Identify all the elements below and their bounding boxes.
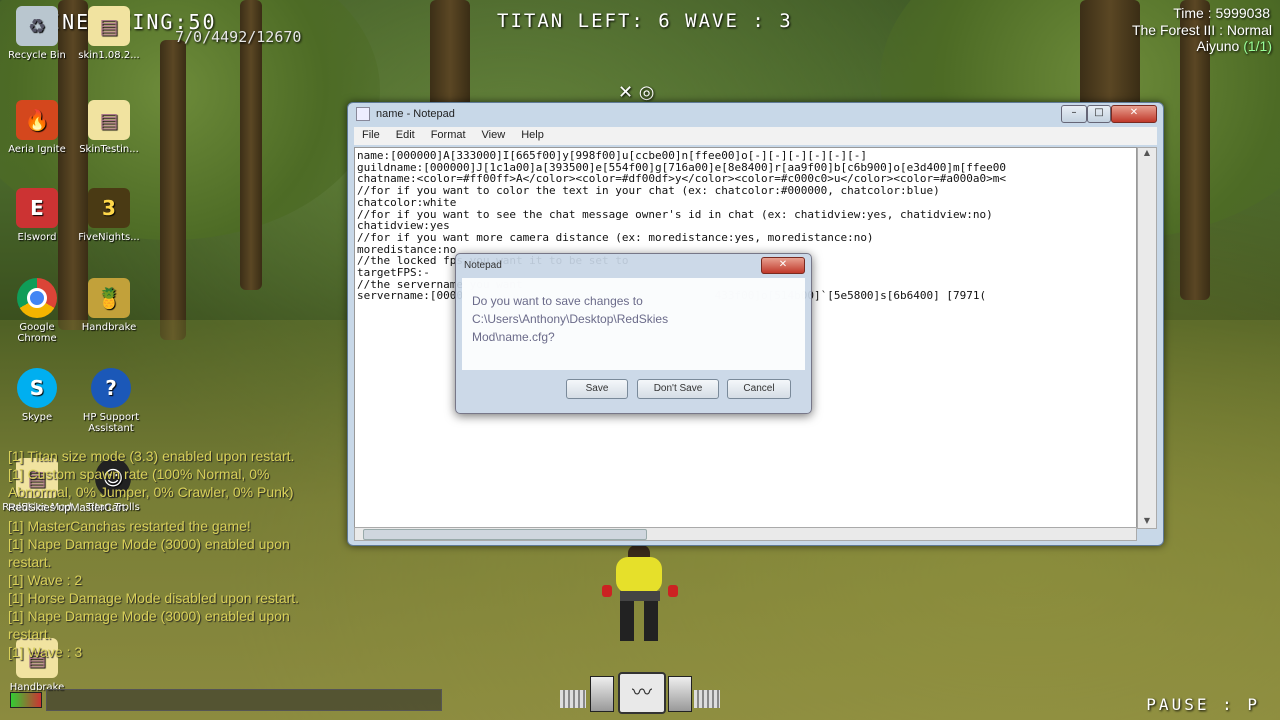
close-button[interactable]: ✕ [1111,105,1157,123]
chat-line: [1] Custom spawn rate (100% Normal, 0% [8,466,270,482]
character-body [616,557,662,593]
elsword-icon: E [16,188,58,228]
chat-line: restart. [8,626,52,642]
desktop-icon-skype[interactable]: S Skype [0,368,74,423]
gas-gauge [590,676,614,712]
time-label: Time : 5999038 [1173,5,1270,21]
desktop-icon-skin-folder[interactable]: ▤ skin1.08.2... [72,6,146,61]
chat-line: [1] Wave : 2 [8,572,83,588]
skype-icon: S [17,368,57,408]
desktop-icon-label: Elsword [17,232,57,243]
horizontal-scrollbar[interactable] [354,527,1137,541]
desktop-icon-fivenights[interactable]: 3 FiveNights... [72,188,146,243]
gas-gauge [668,676,692,712]
pause-hint: PAUSE : P [1146,695,1260,714]
dialog-close-button[interactable]: ✕ [761,257,805,274]
menu-file[interactable]: File [354,127,388,145]
character-belt [620,591,660,601]
desktop-icon-hp-support[interactable]: ? HP Support Assistant [74,368,148,434]
hp-support-icon: ? [91,368,131,408]
desktop-icon-label: Skype [21,412,53,423]
vertical-scrollbar[interactable]: ▲ ▼ [1137,147,1157,529]
fivenights-icon: 3 [88,188,130,228]
blade-gauge [694,690,720,708]
notepad-icon [356,107,370,121]
character-blade [602,585,612,597]
desktop-icon-skintesting[interactable]: ▤ SkinTestin... [72,100,146,155]
dialog-body: Do you want to save changes to C:\Users\… [462,278,805,370]
horizontal-scroll-thumb[interactable] [363,529,647,540]
menu-format[interactable]: Format [423,127,474,145]
desktop-icon-google-chrome[interactable]: Google Chrome [0,278,74,344]
menu-help[interactable]: Help [513,127,552,145]
gear-gauge: 〰 [560,672,720,714]
chat-line: RedSkies upMasterCart. [8,502,128,514]
health-indicator [10,692,42,708]
notepad-titlebar[interactable]: name - Notepad [348,103,1163,125]
dialog-message: Do you want to save changes to C:\Users\… [472,294,669,344]
gear-emblem-icon: 〰 [618,672,666,714]
chat-line: [1] MasterCanchas restarted the game! [8,518,251,534]
desktop-icon-label: skin1.08.2... [78,50,140,61]
desktop-icon-label: Google Chrome [17,322,57,344]
chat-input[interactable] [46,689,442,711]
dont-save-button[interactable]: Don't Save [637,379,719,399]
desktop-icon-elsword[interactable]: E Elsword [0,188,74,243]
blade-gauge [560,690,586,708]
player-stats: 7/0/4492/12670 [175,28,302,46]
folder-icon: ▤ [88,100,130,140]
desktop-icon-handbrake[interactable]: 🍍 Handbrake [72,278,146,333]
character-blade [668,585,678,597]
folder-icon: ▤ [88,6,130,46]
player-list: Aiyuno (1/1) [1197,38,1273,54]
player-count: (1/1) [1243,38,1272,54]
player-name: Aiyuno [1196,38,1240,54]
crosshair-icon: ✕ ◎ [618,82,655,103]
notepad-menubar: File Edit Format View Help [354,127,1157,145]
scroll-down-arrow-icon[interactable]: ▼ [1138,516,1156,528]
handbrake-icon: 🍍 [88,278,130,318]
chat-line: restart. [8,554,52,570]
desktop-icon-label: FiveNights... [78,232,140,243]
map-label: The Forest III : Normal [1131,22,1272,38]
desktop-icon-label: Recycle Bin [8,50,66,61]
cancel-button[interactable]: Cancel [727,379,791,399]
desktop-icon-recycle-bin[interactable]: ♻ Recycle Bin [0,6,74,61]
dialog-title: Notepad [464,260,502,271]
desktop-icon-label: Handbrake [81,322,137,333]
chat-line: [1] Nape Damage Mode (3000) enabled upon [8,608,290,624]
recycle-bin-icon: ♻ [16,6,58,46]
chrome-icon [17,278,57,318]
menu-edit[interactable]: Edit [388,127,423,145]
character-leg [620,601,634,641]
scroll-up-arrow-icon[interactable]: ▲ [1138,148,1156,160]
desktop-icon-label: HP Support Assistant [82,412,140,434]
chat-line: [1] Titan size mode (3.3) enabled upon r… [8,448,295,464]
character-leg [644,601,658,641]
text-line: //for if you want to see the chat messag… [357,207,993,221]
notepad-title: name - Notepad [376,108,455,120]
desktop-icon-aeria-ignite[interactable]: 🔥 Aeria Ignite [0,100,74,155]
save-button[interactable]: Save [566,379,628,399]
maximize-button[interactable]: □ [1087,105,1111,123]
chat-line: [1] Horse Damage Mode disabled upon rest… [8,590,300,606]
menu-view[interactable]: View [474,127,514,145]
minimize-button[interactable]: – [1061,105,1087,123]
chat-line: Abnormal, 0% Jumper, 0% Crawler, 0% Punk… [8,484,294,500]
tree-trunk [430,0,470,110]
desktop-icon-label: Aeria Ignite [8,144,66,155]
titan-wave-label: TITAN LEFT: 6 WAVE : 3 [497,10,793,32]
chat-line: [1] Wave : 3 [8,644,83,660]
aeria-ignite-icon: 🔥 [16,100,58,140]
player-character [600,545,680,645]
tree-trunk [160,40,186,340]
chat-line: [1] Nape Damage Mode (3000) enabled upon [8,536,290,552]
desktop-icon-label: SkinTestin... [79,144,139,155]
save-changes-dialog[interactable]: Notepad ✕ Do you want to save changes to… [455,253,812,414]
